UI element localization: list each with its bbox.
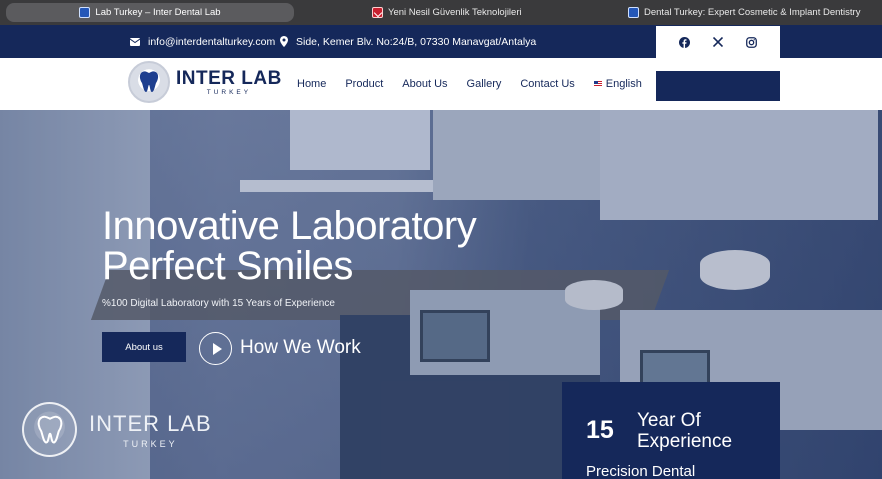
browser-tab-guvenlik[interactable]: Yeni Nesil Güvenlik Teknolojileri (372, 3, 522, 22)
main-nav: Home Product About Us Gallery Contact Us… (297, 58, 661, 110)
us-flag-icon (593, 81, 602, 87)
tab-label: Lab Turkey – Inter Dental Lab (95, 7, 221, 18)
nav-gallery[interactable]: Gallery (467, 78, 502, 90)
play-video-icon[interactable] (199, 332, 232, 365)
nav-about-us[interactable]: About Us (402, 78, 447, 90)
nav-product[interactable]: Product (345, 78, 383, 90)
address-text: Side, Kemer Blv. No:24/B, 07330 Manavgat… (296, 35, 537, 48)
hero-title-line-2: Perfect Smiles (102, 244, 353, 288)
logo-title: INTER LAB (176, 67, 282, 89)
social-links (656, 26, 780, 58)
hero-title: Innovative Laboratory Perfect Smiles (102, 204, 477, 288)
address-contact[interactable]: Side, Kemer Blv. No:24/B, 07330 Manavgat… (280, 25, 536, 58)
site-favicon-icon (79, 7, 91, 18)
watermark-subtitle: TURKEY (123, 438, 178, 449)
how-we-work-link[interactable]: How We Work (240, 337, 361, 359)
shield-favicon-icon (372, 7, 383, 18)
email-contact[interactable]: info@interdentalturkey.com (130, 25, 275, 58)
nav-home[interactable]: Home (297, 78, 326, 90)
browser-tab-dental-turkey[interactable]: Dental Turkey: Expert Cosmetic & Implant… (628, 3, 860, 22)
nav-contact-us[interactable]: Contact Us (520, 78, 574, 90)
hero-title-line-1: Innovative Laboratory (102, 204, 477, 248)
logo-subtitle: TURKEY (206, 88, 252, 96)
hero-section: Innovative Laboratory Perfect Smiles %10… (0, 110, 882, 479)
x-icon[interactable] (710, 34, 726, 50)
tooth-logo-icon (22, 402, 77, 457)
language-switcher[interactable]: English (593, 78, 642, 90)
header-cta-block[interactable] (656, 71, 780, 101)
hero-subtitle: %100 Digital Laboratory with 15 Years of… (102, 298, 335, 309)
site-favicon-icon (628, 7, 639, 18)
instagram-icon[interactable] (743, 34, 759, 50)
browser-tab-inter-lab[interactable]: Lab Turkey – Inter Dental Lab (6, 3, 294, 22)
about-us-button[interactable]: About us (102, 332, 186, 362)
tab-label: Yeni Nesil Güvenlik Teknolojileri (388, 7, 522, 18)
email-text: info@interdentalturkey.com (148, 35, 276, 48)
experience-card: 15 Year Of Experience Precision Dental (562, 382, 780, 479)
site-logo[interactable]: INTER LAB TURKEY (128, 61, 282, 103)
experience-label: Year Of Experience (637, 410, 732, 452)
experience-number: 15 (586, 416, 614, 444)
language-label: English (605, 78, 642, 90)
tooth-logo-icon (128, 61, 170, 103)
envelope-icon (130, 37, 140, 46)
facebook-icon[interactable] (677, 34, 693, 50)
browser-tab-bar: Lab Turkey – Inter Dental Lab Yeni Nesil… (0, 0, 882, 25)
experience-label-line-2: Experience (637, 431, 733, 452)
watermark-title: INTER LAB (89, 410, 212, 436)
map-pin-icon (280, 36, 288, 47)
experience-extra-text: Precision Dental (586, 463, 696, 479)
experience-label-line-1: Year Of (637, 410, 701, 431)
tab-label: Dental Turkey: Expert Cosmetic & Implant… (644, 7, 861, 18)
hero-watermark-logo: INTER LAB TURKEY (22, 402, 212, 457)
